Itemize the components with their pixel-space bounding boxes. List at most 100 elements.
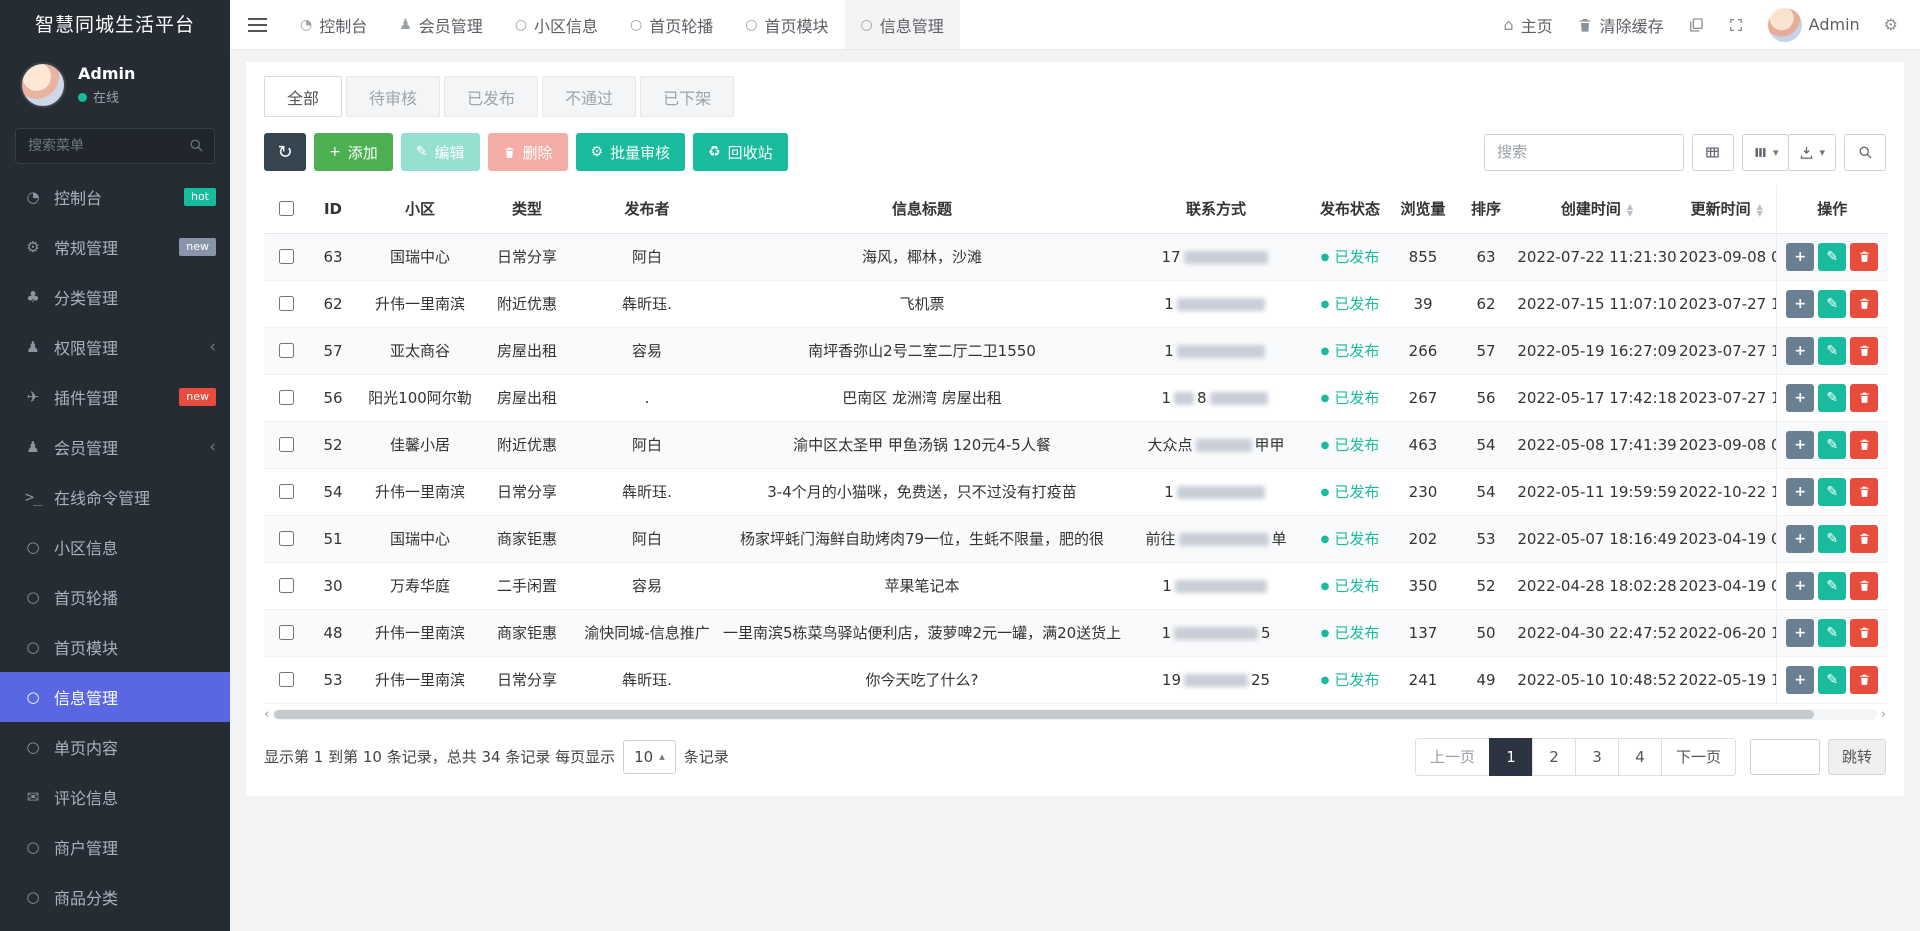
- page-next[interactable]: 下一页: [1661, 738, 1736, 776]
- edit-row-button[interactable]: ✎: [1818, 337, 1846, 365]
- sidebar-avatar[interactable]: [20, 62, 66, 108]
- sidebar-item[interactable]: ○商户管理: [0, 822, 230, 872]
- row-checkbox[interactable]: [279, 578, 294, 593]
- scroll-right-arrow-icon[interactable]: ›: [1881, 708, 1886, 721]
- recycle-bin-button[interactable]: ♻ 回收站: [693, 133, 788, 171]
- sidebar-item[interactable]: ○小区信息: [0, 522, 230, 572]
- export-button[interactable]: ▾: [1788, 134, 1836, 171]
- sidebar-search-input[interactable]: [15, 128, 215, 164]
- page-number[interactable]: 3: [1575, 738, 1619, 776]
- delete-row-button[interactable]: [1850, 478, 1878, 506]
- delete-row-button[interactable]: [1850, 290, 1878, 318]
- topnav-item[interactable]: ○首页模块: [729, 0, 844, 49]
- edit-row-button[interactable]: ✎: [1818, 431, 1846, 459]
- delete-row-button[interactable]: [1850, 384, 1878, 412]
- sidebar-item[interactable]: ♣分类管理: [0, 272, 230, 322]
- scrollbar-track[interactable]: [273, 709, 1877, 720]
- sidebar-item[interactable]: ♟权限管理‹: [0, 322, 230, 372]
- expand-row-button[interactable]: +: [1786, 666, 1814, 694]
- edit-row-button[interactable]: ✎: [1818, 666, 1846, 694]
- delete-row-button[interactable]: [1850, 243, 1878, 271]
- fullscreen-button[interactable]: [1716, 0, 1756, 49]
- scroll-left-arrow-icon[interactable]: ‹: [264, 708, 269, 721]
- edit-row-button[interactable]: ✎: [1818, 478, 1846, 506]
- delete-row-button[interactable]: [1850, 572, 1878, 600]
- sidebar-item[interactable]: ○商品分类: [0, 872, 230, 922]
- sidebar-item[interactable]: ✈插件管理new: [0, 372, 230, 422]
- row-checkbox[interactable]: [279, 296, 294, 311]
- edit-row-button[interactable]: ✎: [1818, 525, 1846, 553]
- clear-cache-link[interactable]: 清除缓存: [1565, 0, 1676, 49]
- pages-button[interactable]: [1676, 0, 1716, 49]
- row-checkbox[interactable]: [279, 484, 294, 499]
- edit-row-button[interactable]: ✎: [1818, 384, 1846, 412]
- tab-item[interactable]: 全部: [264, 76, 342, 117]
- row-checkbox[interactable]: [279, 249, 294, 264]
- expand-row-button[interactable]: +: [1786, 384, 1814, 412]
- sidebar-item[interactable]: >_在线命令管理: [0, 472, 230, 522]
- tab-item[interactable]: 已下架: [640, 76, 734, 117]
- tab-item[interactable]: 已发布: [444, 76, 538, 117]
- expand-row-button[interactable]: +: [1786, 337, 1814, 365]
- row-checkbox[interactable]: [279, 672, 294, 687]
- home-link[interactable]: ⌂ 主页: [1491, 0, 1564, 49]
- sidebar-item[interactable]: ✉评论信息: [0, 772, 230, 822]
- page-number[interactable]: 4: [1618, 738, 1662, 776]
- table-search-input[interactable]: [1484, 134, 1684, 171]
- topnav-item[interactable]: ○小区信息: [499, 0, 614, 49]
- page-prev[interactable]: 上一页: [1415, 738, 1490, 776]
- expand-row-button[interactable]: +: [1786, 572, 1814, 600]
- sidebar-item[interactable]: ○首页轮播: [0, 572, 230, 622]
- topnav-item[interactable]: ○首页轮播: [614, 0, 729, 49]
- delete-button[interactable]: 删除: [488, 133, 568, 171]
- expand-row-button[interactable]: +: [1786, 290, 1814, 318]
- add-button[interactable]: + 添加: [314, 133, 393, 171]
- row-checkbox[interactable]: [279, 625, 294, 640]
- tab-item[interactable]: 不通过: [542, 76, 636, 117]
- page-number[interactable]: 2: [1532, 738, 1576, 776]
- tab-item[interactable]: 待审核: [346, 76, 440, 117]
- page-number[interactable]: 1: [1489, 738, 1533, 776]
- columns-button[interactable]: ▾: [1742, 134, 1790, 171]
- delete-row-button[interactable]: [1850, 666, 1878, 694]
- page-jump-input[interactable]: [1750, 739, 1820, 775]
- row-checkbox[interactable]: [279, 390, 294, 405]
- sidebar-item[interactable]: ○单页内容: [0, 722, 230, 772]
- edit-row-button[interactable]: ✎: [1818, 619, 1846, 647]
- sidebar-item[interactable]: ♟会员管理‹: [0, 422, 230, 472]
- sidebar-item[interactable]: ○信息管理: [0, 672, 230, 722]
- topnav-item[interactable]: ○信息管理: [845, 0, 960, 49]
- expand-row-button[interactable]: +: [1786, 478, 1814, 506]
- sidebar-item[interactable]: ○首页模块: [0, 622, 230, 672]
- row-checkbox[interactable]: [279, 531, 294, 546]
- page-jump-button[interactable]: 跳转: [1828, 739, 1886, 775]
- row-checkbox[interactable]: [279, 343, 294, 358]
- sidebar-item[interactable]: ◔控制台hot: [0, 172, 230, 222]
- expand-row-button[interactable]: +: [1786, 619, 1814, 647]
- search-submit-button[interactable]: [1844, 134, 1886, 171]
- row-checkbox[interactable]: [279, 437, 294, 452]
- delete-row-button[interactable]: [1850, 337, 1878, 365]
- menu-toggle-button[interactable]: [230, 0, 284, 49]
- edit-row-button[interactable]: ✎: [1818, 290, 1846, 318]
- column-header-created[interactable]: 创建时间▲▼: [1516, 185, 1678, 233]
- edit-button[interactable]: ✎ 编辑: [401, 133, 480, 171]
- edit-row-button[interactable]: ✎: [1818, 572, 1846, 600]
- topnav-item[interactable]: ◔控制台: [284, 0, 383, 49]
- topnav-item[interactable]: ♟会员管理: [383, 0, 499, 49]
- settings-gear-button[interactable]: ⚙: [1872, 0, 1910, 49]
- column-header-updated[interactable]: 更新时间▲▼: [1678, 185, 1776, 233]
- delete-row-button[interactable]: [1850, 525, 1878, 553]
- edit-row-button[interactable]: ✎: [1818, 243, 1846, 271]
- expand-row-button[interactable]: +: [1786, 525, 1814, 553]
- batch-audit-button[interactable]: ⚙ 批量审核: [576, 133, 686, 171]
- user-menu[interactable]: Admin: [1756, 0, 1872, 49]
- delete-row-button[interactable]: [1850, 619, 1878, 647]
- expand-row-button[interactable]: +: [1786, 243, 1814, 271]
- toggle-view-button[interactable]: [1692, 134, 1734, 171]
- scrollbar-thumb[interactable]: [274, 710, 1813, 719]
- refresh-button[interactable]: ↻: [264, 133, 306, 171]
- page-size-select[interactable]: 10 ▴: [623, 740, 676, 774]
- delete-row-button[interactable]: [1850, 431, 1878, 459]
- expand-row-button[interactable]: +: [1786, 431, 1814, 459]
